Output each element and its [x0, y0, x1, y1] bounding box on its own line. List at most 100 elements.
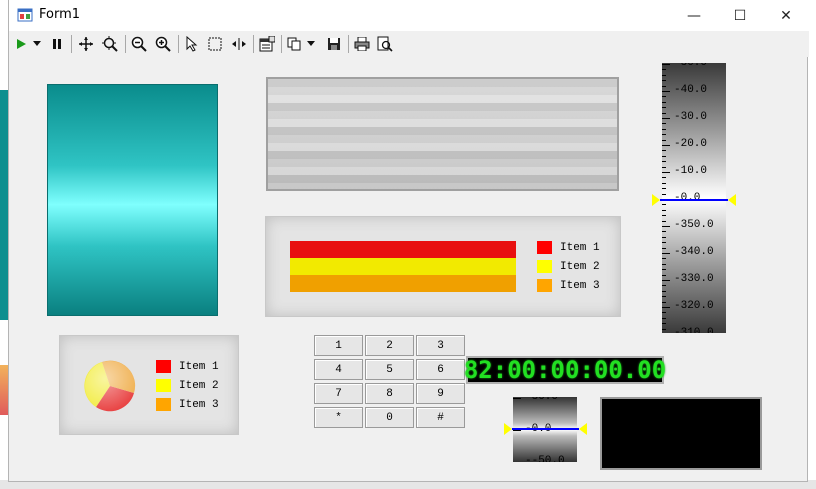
scale-minor-tick — [662, 161, 666, 163]
scale-major-tick — [513, 398, 521, 399]
keypad-key[interactable]: 1 — [314, 335, 363, 356]
scale-minor-tick — [662, 236, 666, 238]
scale-minor-tick — [662, 128, 666, 130]
scale-major-tick — [662, 91, 670, 92]
legend-label: Item 2 — [179, 379, 219, 392]
zoom-area-icon[interactable] — [101, 34, 119, 54]
background-window-strip — [0, 90, 8, 320]
scale-minor-tick — [662, 150, 666, 152]
scale-minor-tick — [662, 166, 666, 168]
scale-minor-tick — [662, 263, 666, 265]
dropdown-arrow-icon[interactable] — [31, 34, 43, 54]
move-icon[interactable] — [77, 34, 95, 54]
scale-minor-tick — [662, 69, 666, 71]
keypad-key[interactable]: # — [416, 407, 465, 428]
lcd-clock-display: 82:00:00:00.00 — [463, 356, 667, 384]
scale-minor-tick — [662, 209, 666, 211]
close-button[interactable]: ✕ — [763, 0, 809, 31]
pause-icon[interactable] — [49, 34, 65, 54]
title-bar[interactable]: Form1 — ☐ ✕ — [9, 0, 809, 31]
scale-tick-label: -40.0 — [674, 84, 708, 96]
small-scale-pointer — [504, 423, 587, 435]
pointer-right-icon — [728, 194, 736, 206]
scale-minor-tick — [662, 80, 666, 82]
scale-minor-tick — [662, 101, 666, 103]
scale-tick-label: -330.0 — [674, 273, 714, 285]
scale-minor-tick — [662, 285, 666, 287]
legend-label: Item 1 — [179, 360, 219, 373]
keypad-key[interactable]: 7 — [314, 383, 363, 404]
striped-panel — [266, 77, 619, 191]
legend-item: Item 2 — [156, 379, 219, 392]
save-icon[interactable] — [326, 34, 342, 54]
toolbar-separator — [253, 35, 254, 53]
legend-label: Item 3 — [560, 279, 600, 292]
keypad-key[interactable]: 0 — [365, 407, 414, 428]
keypad-key[interactable]: 5 — [365, 359, 414, 380]
legend-item: Item 3 — [156, 398, 219, 411]
stacked-bar-chart: Item 1 Item 2 Item 3 — [265, 216, 621, 317]
toolbar-separator — [125, 35, 126, 53]
copy-icon[interactable] — [286, 34, 302, 54]
split-icon[interactable] — [230, 34, 248, 54]
minimize-button[interactable]: — — [671, 0, 717, 31]
print-preview-icon[interactable] — [376, 34, 394, 54]
bar-item-2 — [290, 258, 516, 275]
scale-minor-tick — [662, 323, 666, 325]
legend-label: Item 2 — [560, 260, 600, 273]
toolbar-separator — [281, 35, 282, 53]
selection-box-icon[interactable] — [207, 34, 223, 54]
keypad: 1 2 3 4 5 6 7 8 9 * 0 # — [314, 335, 469, 429]
scale-tick-label: -30.0 — [674, 111, 708, 123]
scale-minor-tick — [662, 301, 666, 303]
scale-minor-tick — [662, 290, 666, 292]
zoom-in-icon[interactable] — [154, 34, 172, 54]
keypad-key[interactable]: 3 — [416, 335, 465, 356]
scale-major-tick — [662, 280, 670, 281]
toolbar-separator — [71, 35, 72, 53]
legend-swatch — [537, 241, 552, 254]
select-pointer-icon[interactable] — [184, 34, 200, 54]
keypad-key[interactable]: 6 — [416, 359, 465, 380]
scale-minor-tick — [662, 258, 666, 260]
app-icon — [17, 7, 33, 23]
scale-minor-tick — [662, 155, 666, 157]
scale-pointer — [652, 194, 736, 206]
scale-major-tick — [662, 172, 670, 173]
legend-swatch — [156, 360, 171, 373]
print-icon[interactable] — [353, 34, 371, 54]
scale-minor-tick — [662, 74, 666, 76]
bar-item-3 — [290, 275, 516, 292]
background-window-strip — [0, 365, 8, 415]
keypad-key[interactable]: 8 — [365, 383, 414, 404]
play-icon[interactable] — [13, 34, 29, 54]
bar-item-1 — [290, 241, 516, 258]
keypad-key[interactable]: 9 — [416, 383, 465, 404]
pointer-left-icon — [504, 423, 512, 435]
scale-tick-label: --50.0 — [525, 455, 565, 462]
keypad-key[interactable]: 2 — [365, 335, 414, 356]
scale-minor-tick — [662, 231, 666, 233]
scale-tick-label: -310.0 — [674, 327, 714, 333]
scale-major-tick — [662, 226, 670, 227]
keypad-key[interactable]: * — [314, 407, 363, 428]
scale-minor-tick — [662, 96, 666, 98]
scale-minor-tick — [662, 215, 666, 217]
scale-minor-tick — [662, 107, 666, 109]
scale-tick-label: -50.0 — [525, 397, 559, 403]
cylinder-gauge — [47, 84, 218, 316]
scale-minor-tick — [662, 139, 666, 141]
maximize-button[interactable]: ☐ — [717, 0, 763, 31]
scale-minor-tick — [662, 85, 666, 87]
legend-label: Item 1 — [560, 241, 600, 254]
scale-minor-tick — [662, 328, 666, 330]
lcd-text: 82:00:00:00.00 — [463, 356, 667, 384]
scale-minor-tick — [662, 134, 666, 136]
dropdown-arrow-icon[interactable] — [305, 34, 317, 54]
legend-swatch — [537, 260, 552, 273]
legend-label: Item 3 — [179, 398, 219, 411]
keypad-key[interactable]: 4 — [314, 359, 363, 380]
scale-major-tick — [662, 118, 670, 119]
properties-icon[interactable] — [258, 34, 276, 54]
zoom-out-icon[interactable] — [130, 34, 148, 54]
